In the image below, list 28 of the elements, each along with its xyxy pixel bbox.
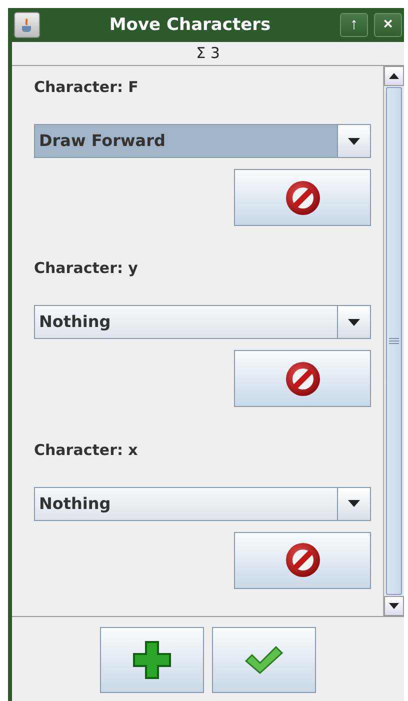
remove-button[interactable]: [234, 350, 371, 408]
remove-button[interactable]: [234, 169, 371, 226]
cup-icon: [14, 12, 40, 38]
action-dropdown[interactable]: Nothing: [34, 486, 371, 521]
prohibited-icon: [284, 541, 322, 580]
window-title: Move Characters: [108, 15, 272, 35]
checkmark-icon: [244, 645, 284, 675]
confirm-button[interactable]: [212, 627, 316, 693]
add-button[interactable]: [100, 627, 204, 693]
prohibited-icon: [284, 360, 322, 398]
prohibited-icon: [284, 178, 322, 216]
up-arrow-icon: [389, 73, 399, 79]
scrollbar[interactable]: [383, 66, 404, 616]
remove-button[interactable]: [234, 532, 371, 589]
character-label: Character: y: [34, 259, 139, 280]
character-label: Character: F: [34, 78, 140, 98]
action-dropdown[interactable]: Nothing: [34, 305, 371, 340]
action-dropdown[interactable]: Draw Forward: [34, 124, 371, 158]
character-label: Character: x: [34, 440, 139, 461]
caret-icon: [348, 500, 360, 508]
grip-icon: [389, 338, 399, 344]
scrollbar-thumb[interactable]: [386, 87, 402, 595]
title-bar-button[interactable]: ×: [374, 13, 402, 37]
caret-icon: [348, 138, 360, 144]
down-arrow-icon: [389, 603, 399, 609]
caret-icon: [348, 318, 360, 326]
plus-icon: [132, 640, 172, 680]
title-bar-button[interactable]: ↑: [340, 13, 368, 37]
